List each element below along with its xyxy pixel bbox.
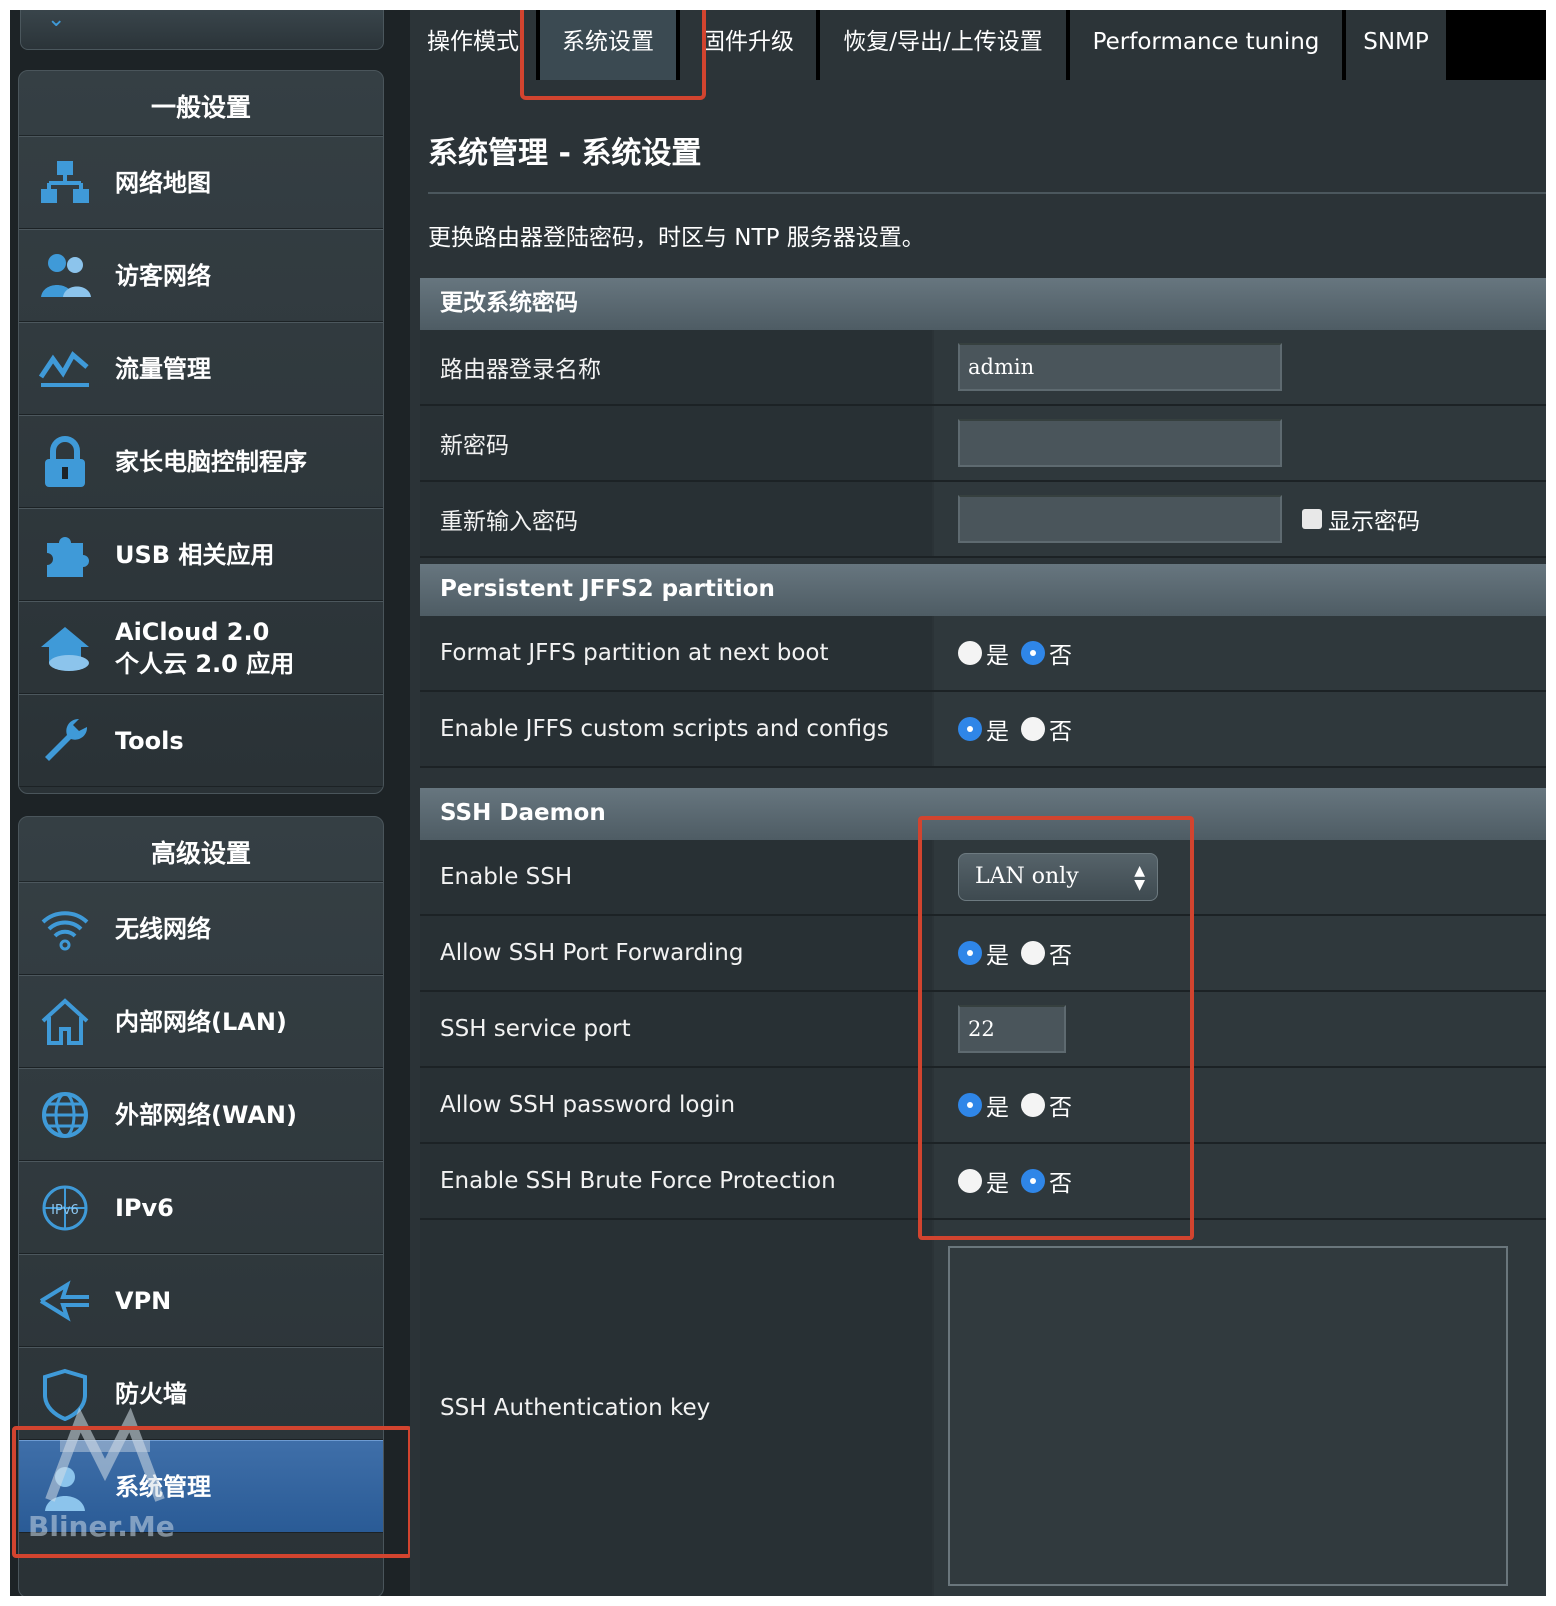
traffic-manager-icon (35, 339, 95, 399)
retype-password-row: 重新输入密码 显示密码 (420, 482, 1546, 558)
sidebar-item-parental-control[interactable]: 家长电脑控制程序 (19, 415, 383, 508)
aicloud-icon (35, 618, 95, 678)
sidebar-item-label: 网络地图 (115, 168, 211, 197)
sidebar-item-vpn[interactable]: VPN (19, 1254, 383, 1347)
jffs-scripts-radio-group: 是 否 (958, 712, 1084, 746)
ssh-port-forwarding-label: Allow SSH Port Forwarding (420, 916, 932, 990)
sidebar-item-wan[interactable]: 外部网络(WAN) (19, 1068, 383, 1161)
format-jffs-row: Format JFFS partition at next boot 是 否 (420, 616, 1546, 692)
wrench-icon (35, 711, 95, 771)
parental-lock-icon (35, 432, 95, 492)
ssh-brute-force-label: Enable SSH Brute Force Protection (420, 1144, 932, 1218)
sidebar-item-lan[interactable]: 内部网络(LAN) (19, 975, 383, 1068)
format-jffs-yes-radio[interactable] (958, 641, 982, 665)
tab-restore-save-upload[interactable]: 恢复/导出/上传设置 (820, 10, 1070, 80)
radio-no-label: 否 (1049, 643, 1072, 669)
general-settings-panel: 一般设置 网络地图 访客网络 流量管理 家长电脑控制程序 USB 相关应用 Ai… (18, 70, 384, 794)
tab-highlight-box (520, 10, 706, 100)
login-name-label: 路由器登录名称 (420, 330, 932, 404)
sidebar-item-guest-network[interactable]: 访客网络 (19, 229, 383, 322)
radio-no-label: 否 (1049, 719, 1072, 745)
sidebar-item-label: VPN (115, 1286, 172, 1315)
sidebar-item-label: 无线网络 (115, 914, 211, 943)
sidebar-item-wireless[interactable]: 无线网络 (19, 882, 383, 975)
radio-yes-label: 是 (986, 643, 1009, 669)
title-divider (428, 192, 1546, 194)
sidebar-item-label: AiCloud 2.0 (115, 617, 270, 646)
jffs-scripts-row: Enable JFFS custom scripts and configs 是… (420, 692, 1546, 768)
wifi-icon (35, 899, 95, 959)
sidebar-item-network-map[interactable]: 网络地图 (19, 136, 383, 229)
chevron-down-icon[interactable]: ⌄ (47, 10, 65, 32)
network-map-icon (35, 153, 95, 213)
tab-performance-tuning[interactable]: Performance tuning (1070, 10, 1346, 80)
sidebar-item-label: USB 相关应用 (115, 540, 275, 569)
enable-ssh-label: Enable SSH (420, 840, 932, 914)
jffs-scripts-no-radio[interactable] (1021, 717, 1045, 741)
main-content: 操作模式 系统设置 固件升级 恢复/导出/上传设置 Performance tu… (410, 10, 1546, 1596)
page-title: 系统管理 - 系统设置 (428, 136, 702, 171)
sidebar-highlight-box (12, 1426, 412, 1558)
page-description: 更换路由器登陆密码，时区与 NTP 服务器设置。 (428, 225, 925, 251)
format-jffs-label: Format JFFS partition at next boot (420, 616, 932, 690)
ssh-password-login-label: Allow SSH password login (420, 1068, 932, 1142)
globe-icon (35, 1085, 95, 1145)
show-password-checkbox[interactable] (1302, 509, 1322, 529)
new-password-label: 新密码 (420, 406, 932, 480)
sidebar-item-usb-apps[interactable]: USB 相关应用 (19, 508, 383, 601)
radio-yes-label: 是 (986, 719, 1009, 745)
login-name-input[interactable]: admin (958, 343, 1282, 391)
sidebar-top-panel: ⌄ (20, 10, 384, 50)
ssh-port-label: SSH service port (420, 992, 932, 1066)
sidebar-item-ipv6[interactable]: IPv6 IPv6 (19, 1161, 383, 1254)
login-name-row: 路由器登录名称 admin (420, 330, 1546, 406)
new-password-row: 新密码 (420, 406, 1546, 482)
password-section-header: 更改系统密码 (420, 278, 1546, 330)
ssh-highlight-box (918, 816, 1194, 1240)
sidebar-item-tools[interactable]: Tools (19, 694, 383, 787)
tab-snmp[interactable]: SNMP (1346, 10, 1450, 80)
new-password-input[interactable] (958, 419, 1282, 467)
sidebar-item-label: Tools (115, 726, 184, 755)
ipv6-globe-icon: IPv6 (35, 1178, 95, 1238)
format-jffs-radio-group: 是 否 (958, 636, 1084, 670)
format-jffs-no-radio[interactable] (1021, 641, 1045, 665)
ssh-auth-key-label: SSH Authentication key (420, 1220, 932, 1596)
general-settings-title: 一般设置 (19, 71, 383, 136)
sidebar-item-label: 家长电脑控制程序 (115, 447, 307, 476)
jffs-scripts-yes-radio[interactable] (958, 717, 982, 741)
show-password-label: 显示密码 (1328, 509, 1420, 535)
ssh-auth-key-textarea[interactable] (948, 1246, 1508, 1586)
show-password-toggle[interactable]: 显示密码 (1302, 502, 1420, 536)
jffs-scripts-label: Enable JFFS custom scripts and configs (420, 692, 932, 766)
guest-network-icon (35, 246, 95, 306)
sidebar-item-label: IPv6 (115, 1193, 174, 1222)
advanced-settings-title: 高级设置 (19, 817, 383, 882)
usb-puzzle-icon (35, 525, 95, 585)
jffs-section-header: Persistent JFFS2 partition (420, 564, 1546, 616)
router-admin-window: ⌄ 一般设置 网络地图 访客网络 流量管理 家长电脑控制程序 USB 相关应用 … (10, 10, 1546, 1596)
svg-text:IPv6: IPv6 (51, 1203, 79, 1218)
sidebar-item-label: 访客网络 (115, 261, 211, 290)
sidebar-item-label: 外部网络(WAN) (115, 1100, 297, 1129)
sidebar-item-label: 流量管理 (115, 354, 211, 383)
sidebar-item-label: 内部网络(LAN) (115, 1007, 287, 1036)
retype-password-label: 重新输入密码 (420, 482, 932, 556)
home-icon (35, 992, 95, 1052)
sidebar-item-sublabel: 个人云 2.0 应用 (115, 649, 295, 678)
vpn-icon (35, 1271, 95, 1331)
sidebar-item-aicloud[interactable]: AiCloud 2.0 个人云 2.0 应用 (19, 601, 383, 694)
retype-password-input[interactable] (958, 495, 1282, 543)
sidebar-item-traffic-manager[interactable]: 流量管理 (19, 322, 383, 415)
